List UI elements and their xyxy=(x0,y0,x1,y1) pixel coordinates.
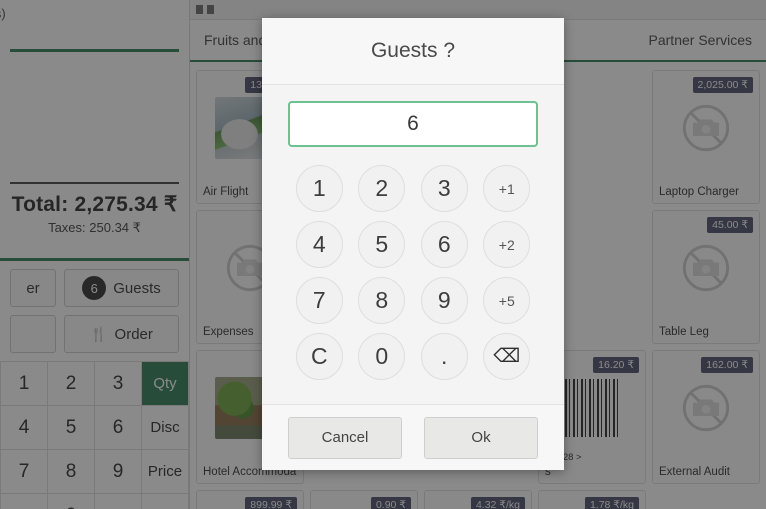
numeric-keypad: 1 2 3 +1 4 5 6 +2 7 8 9 +5 C 0. ⌫ xyxy=(288,165,538,380)
cancel-button[interactable]: Cancel xyxy=(288,416,402,459)
keypad-key-7[interactable]: 7 xyxy=(295,277,343,324)
keypad-key-backspace[interactable]: ⌫ xyxy=(483,333,531,380)
keypad-key-3[interactable]: 3 xyxy=(420,165,468,212)
keypad-key-5[interactable]: 5 xyxy=(358,221,406,268)
keypad-key-decimal[interactable]: . xyxy=(420,333,468,380)
ok-button[interactable]: Ok xyxy=(424,416,538,459)
guests-dialog: Guests ? 6 1 2 3 +1 4 5 6 +2 7 8 9 +5 C 0. ⌫ Cancel Ok xyxy=(262,18,564,470)
dialog-header: Guests ? xyxy=(262,18,564,85)
keypad-key-plus5[interactable]: +5 xyxy=(483,277,531,324)
keypad-key-4[interactable]: 4 xyxy=(295,221,343,268)
pos-screen: it(s) Total: 2,275.34 ₹ Taxes: 250.34 ₹ … xyxy=(0,0,766,509)
keypad-key-8[interactable]: 8 xyxy=(358,277,406,324)
keypad-key-plus1[interactable]: +1 xyxy=(483,165,531,212)
keypad-key-plus2[interactable]: +2 xyxy=(483,221,531,268)
dialog-body: 6 1 2 3 +1 4 5 6 +2 7 8 9 +5 C 0. ⌫ xyxy=(262,85,564,404)
keypad-key-1[interactable]: 1 xyxy=(295,165,343,212)
keypad-key-2[interactable]: 2 xyxy=(358,165,406,212)
keypad-key-0[interactable]: 0 xyxy=(358,333,406,380)
keypad-key-9[interactable]: 9 xyxy=(420,277,468,324)
keypad-key-c[interactable]: C xyxy=(295,333,343,380)
dialog-footer: Cancel Ok xyxy=(262,404,564,470)
keypad-key-6[interactable]: 6 xyxy=(420,221,468,268)
dialog-title: Guests ? xyxy=(370,39,456,62)
guests-value-input[interactable]: 6 xyxy=(288,101,538,147)
